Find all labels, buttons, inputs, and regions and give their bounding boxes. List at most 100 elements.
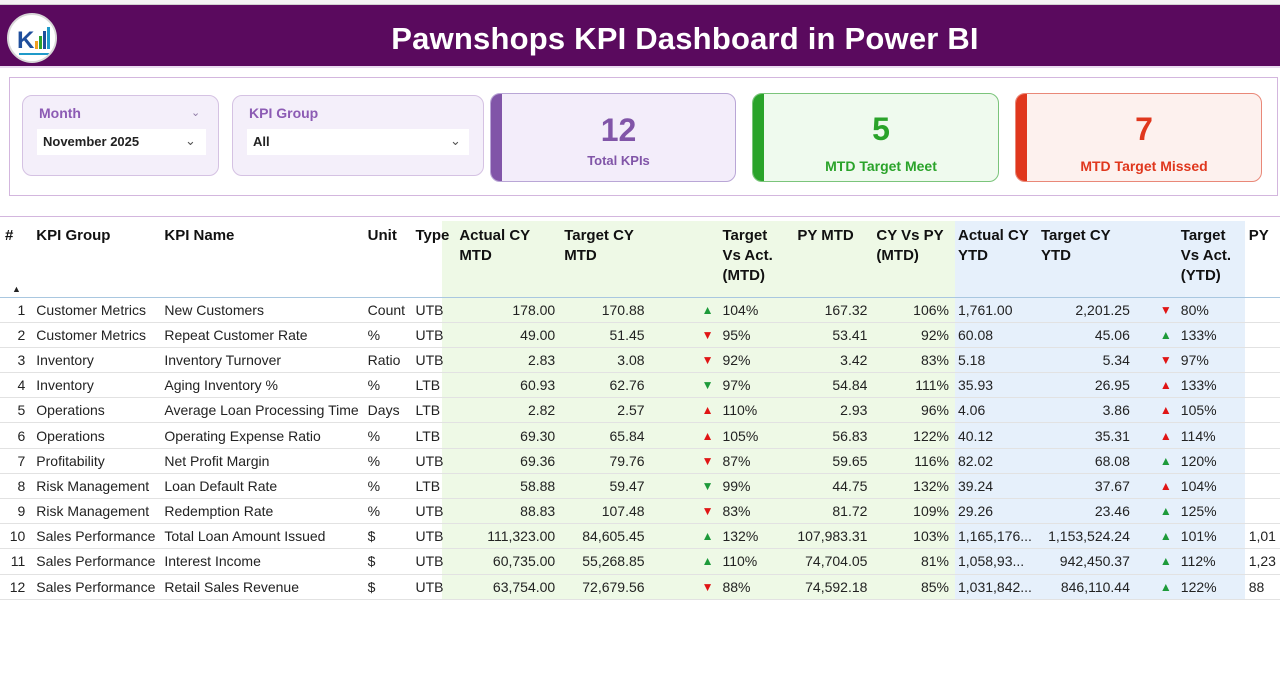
triangle-up-icon: ▲ [701,529,714,544]
kpi-group-slicer[interactable]: KPI Group All ⌄ [232,95,484,176]
target-vs-act-mtd-cell: 110% [717,548,793,575]
table-row[interactable]: 8 Risk Management Loan Default Rate% LTB 58.… [0,473,1280,500]
kpi-group-value: All [253,134,270,149]
dropdown-arrow-icon[interactable]: ⌄ [185,133,196,149]
column-header[interactable]: Actual CY MTD [454,218,559,297]
cy-vs-py-mtd-cell: 109% [871,498,953,525]
mtd-indicator-icon: ▼ [648,574,718,600]
actual-cy-ytd-cell: 39.24 [952,473,1036,500]
kpi-group-cell: Operations [31,422,160,449]
table-row[interactable]: 3 Inventory Inventory Turnover Ratio UTB 2.83… [0,347,1280,374]
py-mtd-cell: 107,983.31 [792,523,872,550]
table-row[interactable]: 2 Customer Metrics Repeat Customer Rate% UT… [0,322,1280,348]
actual-cy-ytd-cell: 1,165,176... [952,523,1036,550]
target-cy-mtd-cell: 62.76 [559,372,649,399]
py-cell [1243,498,1280,525]
month-slicer[interactable]: Month ⌄ November 2025 ⌄ [22,95,219,176]
triangle-up-icon: ▲ [1159,327,1172,342]
table-row[interactable]: 12 Sales Performance Retail Sales Revenue $… [0,574,1280,600]
triangle-down-icon: ▼ [701,327,714,342]
table-header: # KPI Group KPI Name Unit Type Actual CY MTD T… [0,218,1280,297]
type-cell: LTB [410,372,455,399]
cy-vs-py-mtd-cell: 85% [871,574,953,600]
py-cell [1243,422,1280,449]
unit-cell: % [362,422,411,449]
ytd-indicator-icon: ▲ [1133,322,1176,348]
sort-ascending-icon[interactable]: ▲ [12,284,21,294]
column-header[interactable]: Type [410,218,454,297]
column-header[interactable]: KPI Group [31,218,159,297]
cy-vs-py-mtd-cell: 111% [871,372,953,399]
type-cell: UTB [410,574,455,600]
target-vs-act-ytd-cell: 97% [1175,347,1244,374]
table-row[interactable]: 9 Risk Management Redemption Rate% UTB 88.83… [0,498,1280,525]
ytd-indicator-icon: ▼ [1133,296,1176,323]
table-row[interactable]: 5 Operations Average Loan Processing Time D… [0,397,1280,424]
table-row[interactable]: 1 Customer Metrics New Customers Count UTB 17… [0,296,1280,323]
actual-cy-ytd-cell: 1,031,842... [952,574,1036,600]
unit-cell: % [362,372,411,399]
table-row[interactable]: 7 Profitability Net Profit Margin% UTB 69.36… [0,448,1280,474]
triangle-up-icon: ▲ [1159,504,1172,519]
kpi-group-cell: Risk Management [31,473,160,500]
column-header[interactable]: CY Vs PY (MTD) [871,218,953,297]
ytd-indicator-icon: ▲ [1133,372,1176,399]
type-cell: UTB [410,347,455,374]
mtd-indicator-icon: ▲ [648,422,718,449]
cy-vs-py-mtd-cell: 83% [871,347,953,374]
column-header[interactable]: Target Vs Act. (MTD) [717,218,792,297]
actual-cy-ytd-cell: 35.93 [952,372,1036,399]
row-index: 10 [0,523,32,550]
kpi-group-cell: Profitability [31,448,160,474]
table-row[interactable]: 6 Operations Operating Expense Ratio% LTB 69… [0,422,1280,449]
target-vs-act-ytd-cell: 104% [1175,473,1244,500]
month-dropdown[interactable]: November 2025 ⌄ [37,129,206,155]
type-cell: LTB [410,422,455,449]
column-header[interactable]: PY [1244,218,1280,297]
actual-cy-mtd-cell: 58.88 [454,473,560,500]
column-header[interactable]: PY MTD [792,218,871,297]
header-divider [0,66,1280,68]
target-cy-mtd-cell: 107.48 [559,498,649,525]
column-header[interactable]: Target Vs Act. (YTD) [1176,218,1244,297]
triangle-up-icon: ▲ [1159,453,1172,468]
column-header[interactable]: KPI Name [159,218,362,297]
kpi-name-cell: Interest Income [159,548,363,575]
actual-cy-mtd-cell: 69.30 [454,422,560,449]
kpi-name-cell: Aging Inventory % [159,372,363,399]
table-row[interactable]: 4 Inventory Aging Inventory %% LTB 60.93 62.7… [0,372,1280,399]
column-header[interactable] [649,218,718,297]
column-header[interactable]: Unit [363,218,411,297]
actual-cy-ytd-cell: 1,058,93... [952,548,1036,575]
column-header[interactable]: Target CY MTD [559,218,648,297]
column-header[interactable]: Actual CY YTD [953,218,1036,297]
unit-cell: Count [362,296,411,323]
ytd-indicator-icon: ▲ [1133,574,1176,600]
kpi-group-cell: Sales Performance [31,548,160,575]
table-row[interactable]: 10 Sales Performance Total Loan Amount Iss… [0,523,1280,550]
ytd-indicator-icon: ▲ [1133,397,1176,424]
row-index: 5 [0,397,32,424]
triangle-down-icon: ▼ [701,579,714,594]
triangle-down-icon: ▼ [1159,352,1172,367]
mtd-indicator-icon: ▲ [648,397,718,424]
mtd-target-meet-label: MTD Target Meet [825,158,937,174]
mtd-indicator-icon: ▼ [648,347,718,374]
cy-vs-py-mtd-cell: 92% [871,322,953,348]
cy-vs-py-mtd-cell: 103% [871,523,953,550]
mtd-target-meet-value: 5 [872,111,890,147]
target-cy-ytd-cell: 68.08 [1035,448,1134,474]
dropdown-arrow-icon[interactable]: ⌄ [450,133,461,149]
target-cy-ytd-cell: 37.67 [1035,473,1134,500]
column-header[interactable]: Target CY YTD [1036,218,1134,297]
actual-cy-ytd-cell: 29.26 [952,498,1036,525]
mtd-indicator-icon: ▼ [648,322,718,348]
kpi-name-cell: Average Loan Processing Time [159,397,363,424]
column-header[interactable] [1134,218,1176,297]
chevron-down-icon[interactable]: ⌄ [191,106,200,119]
table-row[interactable]: 11 Sales Performance Interest Income $ UTB 60… [0,548,1280,575]
cy-vs-py-mtd-cell: 106% [871,296,953,323]
kpi-group-dropdown[interactable]: All ⌄ [247,129,469,155]
actual-cy-mtd-cell: 88.83 [454,498,560,525]
target-vs-act-ytd-cell: 105% [1175,397,1244,424]
